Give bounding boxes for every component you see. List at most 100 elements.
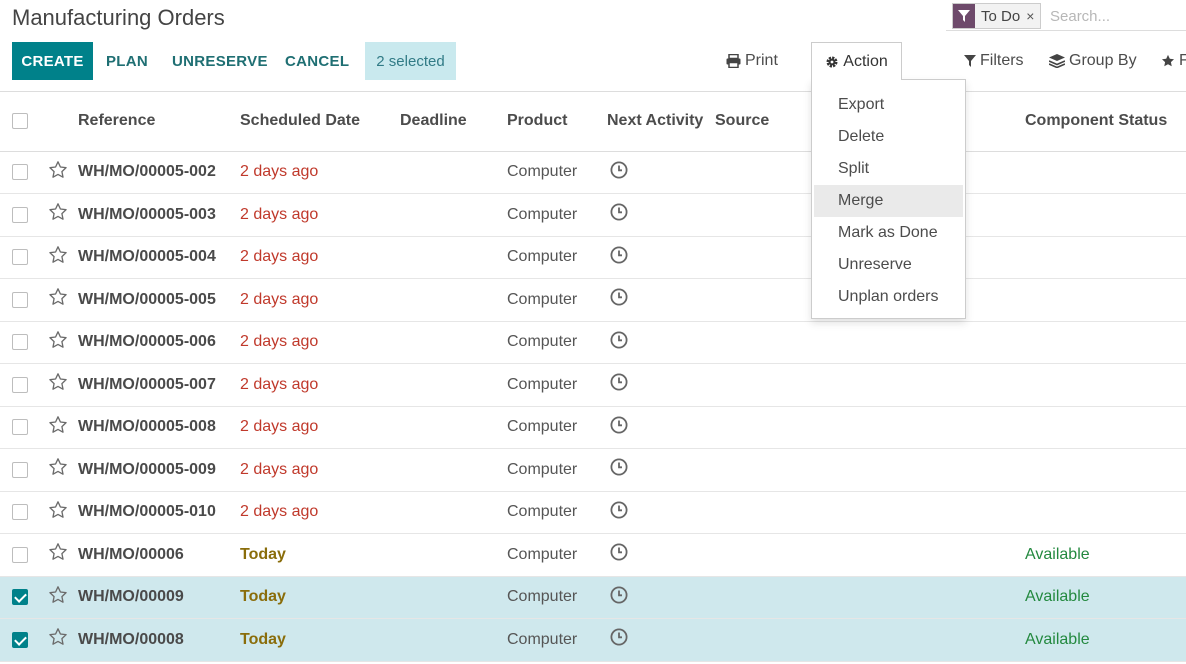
next-activity-cell[interactable] (607, 363, 715, 407)
clock-icon[interactable] (610, 246, 628, 264)
next-activity-cell[interactable] (607, 448, 715, 492)
row-checkbox[interactable] (12, 206, 28, 223)
row-select-cell[interactable] (0, 576, 40, 619)
next-activity-cell[interactable] (607, 321, 715, 364)
action-button[interactable]: Action (811, 42, 902, 80)
table-row[interactable]: WH/MO/00005-008 2 days ago Computer (0, 406, 1186, 449)
table-row[interactable]: WH/MO/00005-006 2 days ago Computer (0, 321, 1186, 364)
clock-icon[interactable] (610, 543, 628, 561)
action-menu-item-unplan-orders[interactable]: Unplan orders (812, 281, 965, 313)
next-activity-cell[interactable] (607, 533, 715, 577)
clock-icon[interactable] (610, 501, 628, 519)
row-checkbox[interactable] (12, 631, 28, 648)
next-activity-cell[interactable] (607, 576, 715, 619)
table-row[interactable]: WH/MO/00005-007 2 days ago Computer (0, 363, 1186, 407)
column-deadline[interactable]: Deadline (400, 92, 507, 152)
clock-icon[interactable] (610, 416, 628, 434)
action-menu-item-mark-as-done[interactable]: Mark as Done (812, 217, 965, 249)
action-menu-item-unreserve[interactable]: Unreserve (812, 249, 965, 281)
clock-icon[interactable] (610, 161, 628, 179)
table-row[interactable]: WH/MO/00005-004 2 days ago Computer (0, 236, 1186, 279)
clock-icon[interactable] (610, 458, 628, 476)
search-input[interactable] (1044, 4, 1186, 28)
table-row[interactable]: WH/MO/00005-010 2 days ago Computer (0, 491, 1186, 534)
row-select-cell[interactable] (0, 406, 40, 449)
column-product[interactable]: Product (507, 92, 607, 152)
favorites-button[interactable]: F (1161, 42, 1186, 80)
select-all-cell[interactable] (0, 92, 40, 152)
favorite-cell[interactable] (40, 193, 78, 237)
star-outline-icon[interactable] (48, 160, 68, 180)
star-outline-icon[interactable] (48, 330, 68, 350)
table-row[interactable]: WH/MO/00009 Today Computer Available (0, 576, 1186, 619)
clock-icon[interactable] (610, 373, 628, 391)
favorite-cell[interactable] (40, 363, 78, 407)
row-select-cell[interactable] (0, 618, 40, 662)
clock-icon[interactable] (610, 628, 628, 646)
unreserve-button[interactable]: UNRESERVE (172, 42, 268, 80)
select-all-checkbox[interactable] (12, 113, 28, 130)
row-checkbox[interactable] (12, 504, 28, 521)
action-menu-item-split[interactable]: Split (812, 153, 965, 185)
next-activity-cell[interactable] (607, 278, 715, 322)
clock-icon[interactable] (610, 203, 628, 221)
cancel-button[interactable]: CANCEL (285, 42, 349, 80)
column-scheduled-date[interactable]: Scheduled Date (240, 92, 400, 152)
next-activity-cell[interactable] (607, 406, 715, 449)
column-reference[interactable]: Reference (78, 92, 240, 152)
favorite-cell[interactable] (40, 278, 78, 322)
clock-icon[interactable] (610, 331, 628, 349)
star-outline-icon[interactable] (48, 585, 68, 605)
table-row[interactable]: WH/MO/00005-009 2 days ago Computer (0, 448, 1186, 492)
action-menu-item-merge[interactable]: Merge (814, 185, 963, 217)
selected-count-badge[interactable]: 2 selected (365, 42, 456, 80)
star-outline-icon[interactable] (48, 457, 68, 477)
filters-button[interactable]: Filters (964, 42, 1024, 80)
favorite-cell[interactable] (40, 533, 78, 577)
row-checkbox[interactable] (12, 589, 28, 606)
print-button[interactable]: Print (726, 42, 778, 80)
table-row[interactable]: WH/MO/00005-005 2 days ago Computer (0, 278, 1186, 322)
row-checkbox[interactable] (12, 164, 28, 181)
star-outline-icon[interactable] (48, 627, 68, 647)
row-checkbox[interactable] (12, 291, 28, 308)
row-checkbox[interactable] (12, 249, 28, 266)
favorite-cell[interactable] (40, 448, 78, 492)
favorite-cell[interactable] (40, 236, 78, 279)
create-button[interactable]: CREATE (12, 42, 93, 80)
star-outline-icon[interactable] (48, 415, 68, 435)
row-checkbox[interactable] (12, 376, 28, 393)
favorite-cell[interactable] (40, 321, 78, 364)
facet-remove-icon[interactable]: × (1026, 8, 1040, 24)
clock-icon[interactable] (610, 288, 628, 306)
next-activity-cell[interactable] (607, 236, 715, 279)
column-next-activity[interactable]: Next Activity (607, 92, 715, 152)
star-outline-icon[interactable] (48, 372, 68, 392)
table-row[interactable]: WH/MO/00006 Today Computer Available (0, 533, 1186, 577)
star-outline-icon[interactable] (48, 542, 68, 562)
favorite-cell[interactable] (40, 151, 78, 194)
row-checkbox[interactable] (12, 546, 28, 563)
row-select-cell[interactable] (0, 321, 40, 364)
row-select-cell[interactable] (0, 151, 40, 194)
clock-icon[interactable] (610, 586, 628, 604)
star-outline-icon[interactable] (48, 500, 68, 520)
next-activity-cell[interactable] (607, 491, 715, 534)
group-by-button[interactable]: Group By (1049, 42, 1137, 80)
row-select-cell[interactable] (0, 363, 40, 407)
favorite-cell[interactable] (40, 491, 78, 534)
star-outline-icon[interactable] (48, 287, 68, 307)
row-checkbox[interactable] (12, 419, 28, 436)
row-checkbox[interactable] (12, 334, 28, 351)
search-facet[interactable]: To Do × (952, 3, 1042, 29)
column-component-status[interactable]: Component Status (1025, 92, 1186, 152)
plan-button[interactable]: PLAN (106, 42, 148, 80)
action-menu-item-delete[interactable]: Delete (812, 121, 965, 153)
row-select-cell[interactable] (0, 491, 40, 534)
star-outline-icon[interactable] (48, 202, 68, 222)
next-activity-cell[interactable] (607, 151, 715, 194)
star-outline-icon[interactable] (48, 245, 68, 265)
favorite-cell[interactable] (40, 406, 78, 449)
next-activity-cell[interactable] (607, 193, 715, 237)
table-row[interactable]: WH/MO/00005-002 2 days ago Computer (0, 151, 1186, 194)
